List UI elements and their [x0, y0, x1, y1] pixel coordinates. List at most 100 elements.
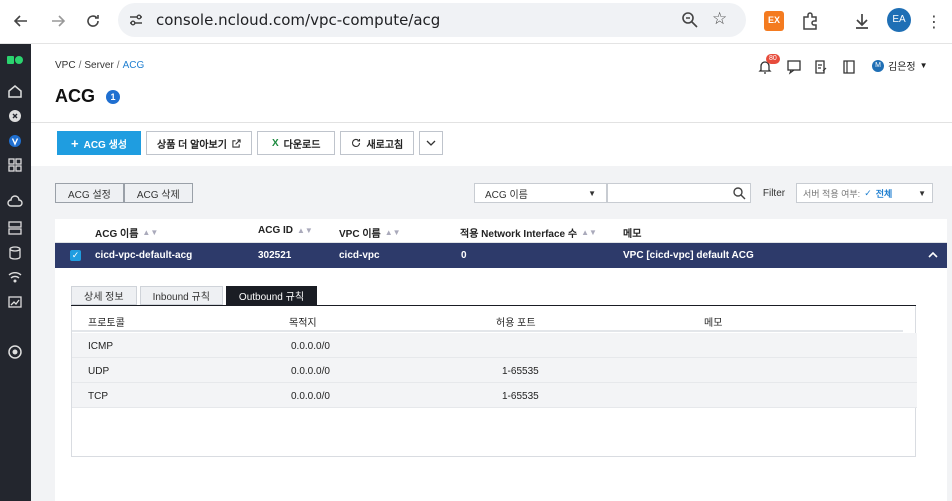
vpc-icon[interactable]	[7, 133, 23, 149]
server-applied-filter[interactable]: 서버 적용 여부: ✓ 전체 ▼	[796, 183, 933, 203]
left-rail	[0, 44, 31, 501]
book-icon[interactable]	[842, 58, 856, 76]
cloud-icon[interactable]	[7, 194, 23, 210]
download-icon[interactable]	[852, 11, 872, 31]
count-badge: 1	[106, 90, 120, 104]
tab-inbound-rules[interactable]: Inbound 규칙	[139, 286, 223, 305]
reload-icon[interactable]	[80, 8, 106, 34]
extensions-puzzle-icon[interactable]	[800, 11, 820, 31]
download-label: 다운로드	[283, 139, 321, 151]
sort-icon: ▲▼	[384, 228, 401, 237]
check-icon: ✓	[864, 187, 872, 198]
action-toolbar: + ACG 생성 상품 더 알아보기 X 다운로드 새로고침	[57, 131, 444, 155]
acg-name-cell: cicd-vpc-default-acg	[95, 250, 193, 261]
column-header[interactable]: VPC 이름 ▲▼	[339, 225, 401, 240]
support-icon[interactable]	[7, 344, 23, 360]
port-cell: 1-65535	[502, 366, 539, 377]
rules-column-header: 프로토콜	[88, 318, 125, 329]
back-icon[interactable]	[8, 8, 34, 34]
rule-row: UDP 0.0.0.0/0 1-65535	[72, 358, 917, 383]
column-label: ACG ID	[258, 225, 293, 236]
outbound-rules-table: 프로토콜 목적지 허용 포트 메모 ICMP 0.0.0.0/0 UDP 0.0…	[71, 306, 917, 457]
search-input[interactable]	[607, 183, 751, 203]
tab-outbound-rules[interactable]: Outbound 규칙	[225, 286, 318, 305]
zoom-icon[interactable]	[680, 10, 700, 30]
grid-icon[interactable]	[7, 157, 23, 173]
document-edit-icon[interactable]	[814, 58, 828, 76]
protocol-cell: TCP	[88, 391, 108, 402]
user-name: 김은정	[888, 62, 916, 73]
column-label: VPC 이름	[339, 229, 381, 240]
breadcrumb: VPC / Server / ACG	[55, 60, 145, 71]
url-text[interactable]: console.ncloud.com/vpc-compute/acg	[156, 11, 440, 29]
table-row-selected[interactable]: ✓ cicd-vpc-default-acg 302521 cicd-vpc 0…	[55, 243, 947, 268]
destination-cell: 0.0.0.0/0	[291, 391, 330, 402]
browser-menu-icon[interactable]: ⋮	[924, 12, 944, 32]
rule-row: TCP 0.0.0.0/0 1-65535	[72, 383, 917, 408]
acg-table: ACG 이름 ▲▼ ACG ID ▲▼ VPC 이름 ▲▼ 적용 Network In…	[55, 219, 947, 268]
column-label: ACG 이름	[95, 229, 139, 240]
refresh-label: 새로고침	[366, 139, 404, 151]
rules-column-header: 목적지	[289, 318, 317, 329]
ncloud-logo-icon[interactable]	[7, 56, 23, 64]
ni-count-cell: 0	[461, 250, 467, 261]
search-icon[interactable]	[732, 186, 746, 200]
breadcrumb-item[interactable]: VPC	[55, 60, 76, 71]
refresh-button[interactable]: 새로고침	[340, 131, 415, 155]
download-button[interactable]: X 다운로드	[256, 131, 336, 155]
acg-settings-button[interactable]: ACG 설정	[55, 183, 124, 203]
memo-cell: VPC [cicd-vpc] default ACG	[623, 250, 754, 261]
rules-header: 프로토콜 목적지 허용 포트 메모	[72, 306, 903, 332]
user-menu[interactable]: M 김은정 ▼	[872, 58, 928, 73]
learn-more-button[interactable]: 상품 더 알아보기	[146, 131, 252, 155]
plus-icon: +	[71, 135, 79, 151]
filter-field-select[interactable]: ACG 이름 ▼	[474, 183, 607, 203]
protocol-cell: UDP	[88, 366, 110, 377]
excel-icon: X	[271, 137, 279, 149]
breadcrumb-item-current[interactable]: ACG	[123, 60, 145, 71]
notification-count-badge: 80	[766, 54, 780, 64]
server-applied-label: 서버 적용 여부:	[803, 188, 861, 199]
chevron-up-icon[interactable]	[927, 249, 939, 261]
server-icon[interactable]	[7, 220, 23, 236]
breadcrumb-item[interactable]: Server	[84, 60, 113, 71]
row-checkbox[interactable]: ✓	[70, 250, 81, 261]
column-header[interactable]: ACG ID ▲▼	[258, 225, 313, 236]
bookmark-star-icon[interactable]: ☆	[712, 9, 732, 29]
filter-label: Filter	[762, 187, 786, 199]
external-link-icon	[232, 138, 241, 148]
network-icon[interactable]	[7, 269, 23, 285]
site-settings-icon[interactable]	[128, 12, 144, 28]
detail-tabs: 상세 정보 Inbound 규칙 Outbound 규칙	[71, 286, 318, 305]
rules-column-header: 허용 포트	[496, 318, 536, 329]
monitoring-icon[interactable]	[7, 294, 23, 310]
tab-details[interactable]: 상세 정보	[71, 286, 137, 305]
home-icon[interactable]	[7, 83, 23, 99]
rule-row: ICMP 0.0.0.0/0	[72, 333, 917, 358]
destination-cell: 0.0.0.0/0	[291, 366, 330, 377]
column-label: 적용 Network Interface 수	[460, 229, 578, 240]
port-cell: 1-65535	[502, 391, 539, 402]
create-acg-button[interactable]: + ACG 생성	[57, 131, 141, 155]
sort-icon: ▲▼	[142, 228, 159, 237]
column-header[interactable]: ACG 이름 ▲▼	[95, 225, 158, 240]
destination-cell: 0.0.0.0/0	[291, 341, 330, 352]
learn-more-label: 상품 더 알아보기	[157, 139, 227, 151]
rules-column-header: 메모	[704, 318, 723, 329]
more-actions-button[interactable]	[419, 131, 444, 155]
address-bar[interactable]: console.ncloud.com/vpc-compute/acg ☆	[118, 3, 746, 37]
forward-icon[interactable]	[45, 8, 71, 34]
refresh-icon	[352, 138, 361, 147]
close-circle-icon[interactable]	[7, 108, 23, 124]
chat-icon[interactable]	[787, 58, 801, 76]
chevron-down-icon	[426, 140, 436, 146]
extension-ex-icon[interactable]: EX	[764, 11, 784, 31]
acg-delete-button[interactable]: ACG 삭제	[123, 183, 193, 203]
caret-down-icon: ▼	[918, 188, 926, 198]
column-header[interactable]: 적용 Network Interface 수 ▲▼	[460, 225, 597, 240]
database-icon[interactable]	[7, 245, 23, 261]
protocol-cell: ICMP	[88, 341, 113, 352]
profile-avatar[interactable]: EA	[887, 8, 911, 32]
sort-icon: ▲▼	[297, 226, 313, 235]
acg-id-cell: 302521	[258, 250, 292, 261]
